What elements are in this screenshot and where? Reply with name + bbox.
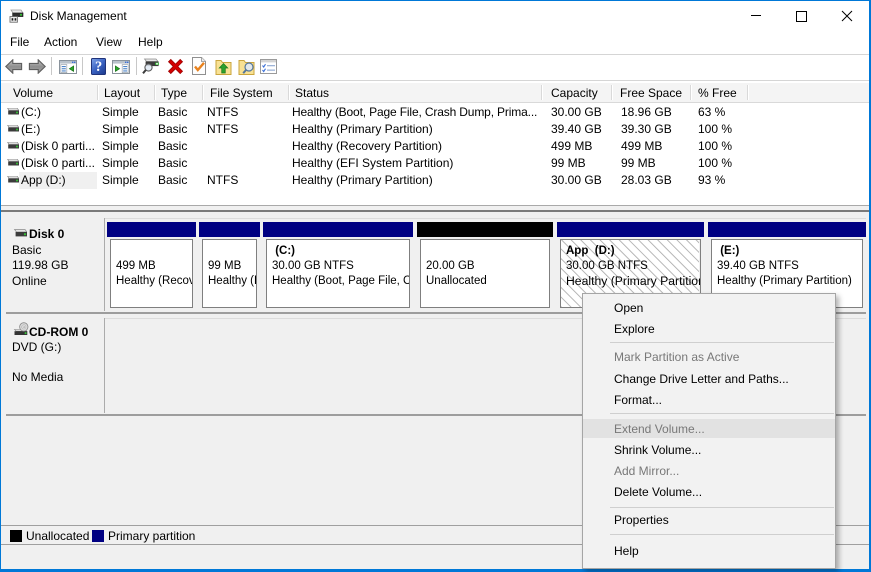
svg-text:?: ? xyxy=(95,59,102,75)
